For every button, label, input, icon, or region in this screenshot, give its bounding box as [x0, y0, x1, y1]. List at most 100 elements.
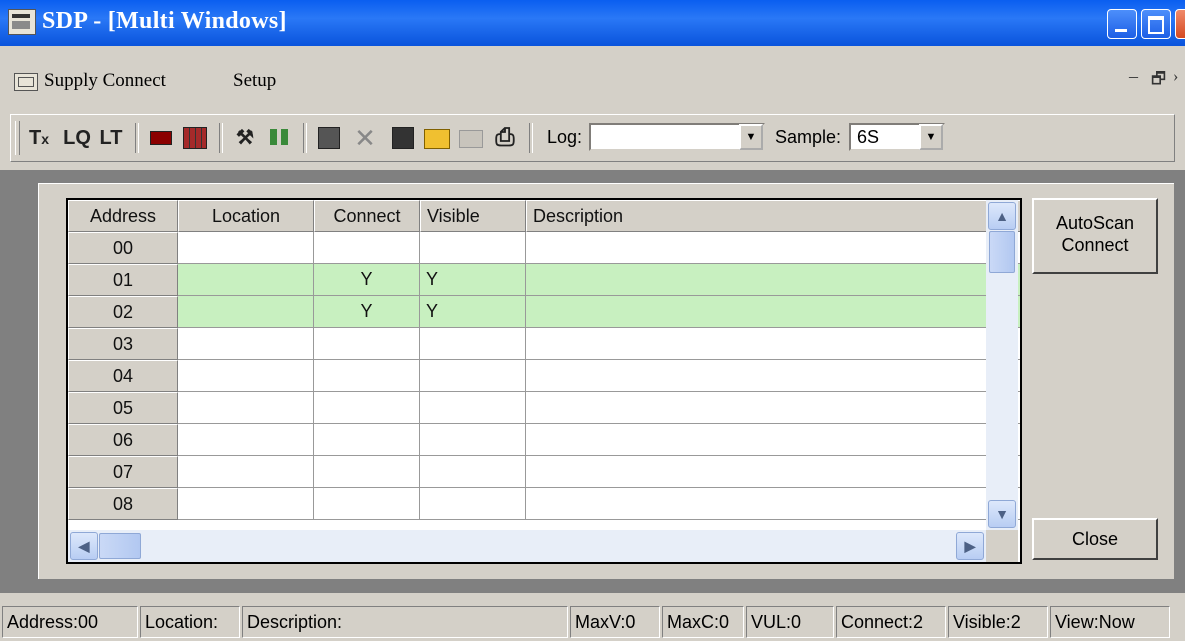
lt-icon[interactable]: LT [97, 125, 125, 151]
close-window-button[interactable] [1175, 9, 1185, 39]
cell-visible[interactable] [420, 456, 526, 488]
cell-location[interactable] [178, 456, 314, 488]
table-row[interactable]: 06 [68, 424, 1020, 456]
table-row[interactable]: 01 Y Y [68, 264, 1020, 296]
menu-supply-connect[interactable]: Supply Connect [44, 70, 166, 92]
cell-visible[interactable] [420, 392, 526, 424]
cell-connect[interactable]: Y [314, 296, 420, 328]
grid-red-icon[interactable] [181, 125, 209, 151]
row-address[interactable]: 03 [68, 328, 178, 360]
scroll-up-icon[interactable]: ▲ [988, 202, 1016, 230]
scroll-right-icon[interactable]: ▶ [956, 532, 984, 560]
mdi-minimize-icon[interactable]: – [1129, 66, 1138, 87]
cell-location[interactable] [178, 328, 314, 360]
table-row[interactable]: 04 [68, 360, 1020, 392]
cell-connect[interactable] [314, 360, 420, 392]
cell-description[interactable] [526, 232, 1020, 264]
row-address[interactable]: 00 [68, 232, 178, 264]
close-button[interactable]: Close [1032, 518, 1158, 560]
cell-description[interactable] [526, 328, 1020, 360]
mdi-window-icon[interactable] [14, 73, 38, 91]
disk-icon[interactable] [389, 125, 417, 151]
cell-description[interactable] [526, 392, 1020, 424]
cell-description[interactable] [526, 264, 1020, 296]
cell-connect[interactable] [314, 392, 420, 424]
address-grid[interactable]: Address Location Connect Visible Descrip… [66, 198, 1022, 564]
magic-wand-icon[interactable]: ⚒ [231, 125, 259, 151]
cell-location[interactable] [178, 360, 314, 392]
column-header-description[interactable]: Description [526, 200, 1020, 232]
wave-icon[interactable] [147, 125, 175, 151]
cell-visible[interactable]: Y [420, 296, 526, 328]
maximize-button[interactable] [1141, 9, 1171, 39]
delete-icon[interactable]: ✕ [351, 125, 379, 151]
app-icon[interactable] [8, 9, 36, 35]
toolbar-separator [219, 123, 223, 153]
table-row[interactable]: 02 Y Y [68, 296, 1020, 328]
table-row[interactable]: 08 [68, 488, 1020, 520]
sample-dropdown-arrow[interactable]: ▼ [919, 124, 943, 150]
cell-description[interactable] [526, 424, 1020, 456]
column-header-location[interactable]: Location [178, 200, 314, 232]
row-address[interactable]: 01 [68, 264, 178, 296]
horizontal-scrollbar[interactable]: ◀ ▶ [68, 530, 986, 562]
cell-location[interactable] [178, 296, 314, 328]
column-header-connect[interactable]: Connect [314, 200, 420, 232]
table-row[interactable]: 00 [68, 232, 1020, 264]
cell-visible[interactable] [420, 424, 526, 456]
cell-visible[interactable] [420, 328, 526, 360]
horizontal-scroll-thumb[interactable] [99, 533, 141, 559]
tiles-icon[interactable] [265, 125, 293, 151]
row-address[interactable]: 07 [68, 456, 178, 488]
mdi-restore-icon[interactable]: 🗗 [1151, 68, 1166, 95]
mdi-close-icon[interactable]: › [1173, 68, 1178, 86]
cell-description[interactable] [526, 456, 1020, 488]
vertical-scrollbar[interactable]: ▲ ▼ [986, 200, 1018, 530]
cell-visible[interactable] [420, 232, 526, 264]
table-row[interactable]: 05 [68, 392, 1020, 424]
column-header-address[interactable]: Address [68, 200, 178, 232]
status-location: Location: [140, 606, 240, 638]
cell-connect[interactable] [314, 424, 420, 456]
row-address[interactable]: 04 [68, 360, 178, 392]
cell-location[interactable] [178, 392, 314, 424]
lq-icon[interactable]: LQ [63, 125, 91, 151]
table-row[interactable]: 07 [68, 456, 1020, 488]
minimize-button[interactable] [1107, 9, 1137, 39]
cell-visible[interactable] [420, 360, 526, 392]
print-icon[interactable]: ⎙ [491, 125, 519, 151]
autoscan-connect-button[interactable]: AutoScan Connect [1032, 198, 1158, 274]
cell-description[interactable] [526, 360, 1020, 392]
vertical-scroll-thumb[interactable] [989, 231, 1015, 273]
cell-connect[interactable] [314, 328, 420, 360]
cell-location[interactable] [178, 232, 314, 264]
column-header-visible[interactable]: Visible [420, 200, 526, 232]
cell-connect[interactable]: Y [314, 264, 420, 296]
table-row[interactable]: 03 [68, 328, 1020, 360]
row-address[interactable]: 06 [68, 424, 178, 456]
window-title: SDP - [Multi Windows] [42, 8, 287, 34]
cell-location[interactable] [178, 424, 314, 456]
row-address[interactable]: 02 [68, 296, 178, 328]
status-visible: Visible:2 [948, 606, 1048, 638]
scroll-left-icon[interactable]: ◀ [70, 532, 98, 560]
scroll-down-icon[interactable]: ▼ [988, 500, 1016, 528]
save-icon[interactable] [315, 125, 343, 151]
scrollbar-corner [986, 530, 1018, 562]
menu-setup[interactable]: Setup [233, 70, 276, 92]
cell-location[interactable] [178, 488, 314, 520]
row-address[interactable]: 08 [68, 488, 178, 520]
cell-location[interactable] [178, 264, 314, 296]
cell-connect[interactable] [314, 456, 420, 488]
cell-connect[interactable] [314, 488, 420, 520]
cell-visible[interactable]: Y [420, 264, 526, 296]
cell-visible[interactable] [420, 488, 526, 520]
row-address[interactable]: 05 [68, 392, 178, 424]
log-dropdown-arrow[interactable]: ▼ [739, 124, 763, 150]
open-folder-icon[interactable] [423, 125, 451, 151]
cell-connect[interactable] [314, 232, 420, 264]
cell-description[interactable] [526, 296, 1020, 328]
tx-icon[interactable]: Tx [25, 125, 53, 151]
cell-description[interactable] [526, 488, 1020, 520]
toolbar-grip[interactable] [15, 121, 20, 155]
